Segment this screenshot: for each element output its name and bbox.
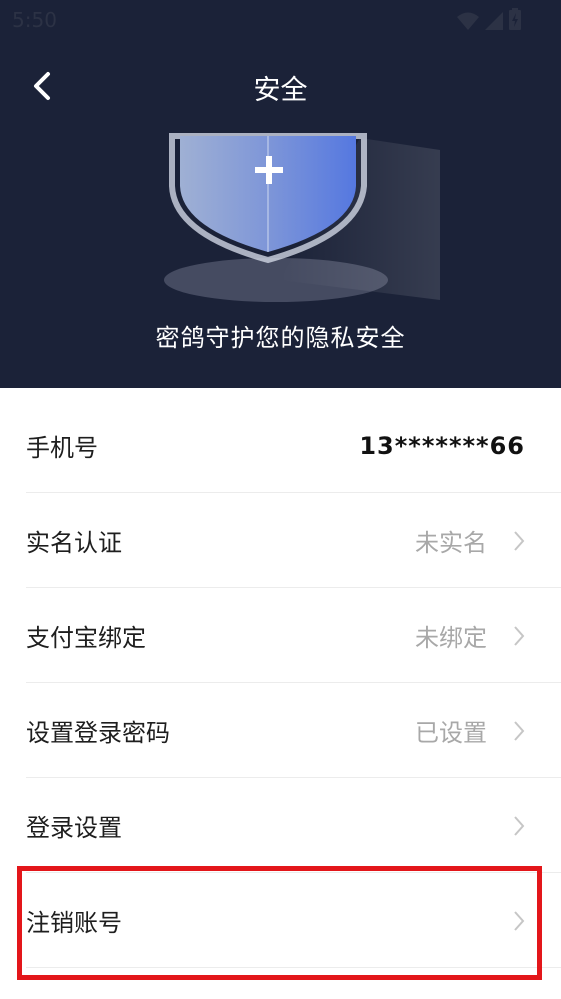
header-banner: 5:50 安全 密鸽守护您的隐私安全 [0,0,561,388]
row-label: 实名认证 [26,529,122,557]
page-title: 安全 [253,75,308,106]
status-time: 5:50 [12,8,57,32]
row-label: 注销账号 [26,909,122,937]
settings-list: 手机号 13*******66 实名认证 未实名 支付宝绑定 未绑定 设置登录密… [0,398,561,968]
row-label: 手机号 [26,434,98,462]
chevron-right-icon [514,720,525,741]
row-value: 已设置 [415,719,487,747]
row-label: 设置登录密码 [26,719,170,747]
row-value: 未实名 [415,529,487,557]
battery-icon [509,8,521,30]
chevron-right-icon [514,530,525,551]
row-login-password[interactable]: 设置登录密码 已设置 [0,683,561,778]
chevron-right-icon [514,625,525,646]
row-phone: 手机号 13*******66 [0,398,561,493]
row-login-settings[interactable]: 登录设置 [0,778,561,873]
chevron-right-icon [514,910,525,931]
status-bar: 5:50 [0,0,561,40]
wifi-icon [457,12,479,30]
chevron-right-icon [514,815,525,836]
row-label: 登录设置 [26,814,122,842]
row-label: 支付宝绑定 [26,624,146,652]
shield-plus-icon [164,133,440,302]
row-cancel-account[interactable]: 注销账号 [0,873,561,968]
row-real-name[interactable]: 实名认证 未实名 [0,493,561,588]
row-alipay[interactable]: 支付宝绑定 未绑定 [0,588,561,683]
status-icons [457,8,521,30]
shield-illustration [160,130,450,310]
row-value: 未绑定 [415,624,487,652]
privacy-caption: 密鸽守护您的隐私安全 [155,324,406,352]
phone-value: 13*******66 [359,431,525,460]
signal-icon [485,12,503,30]
